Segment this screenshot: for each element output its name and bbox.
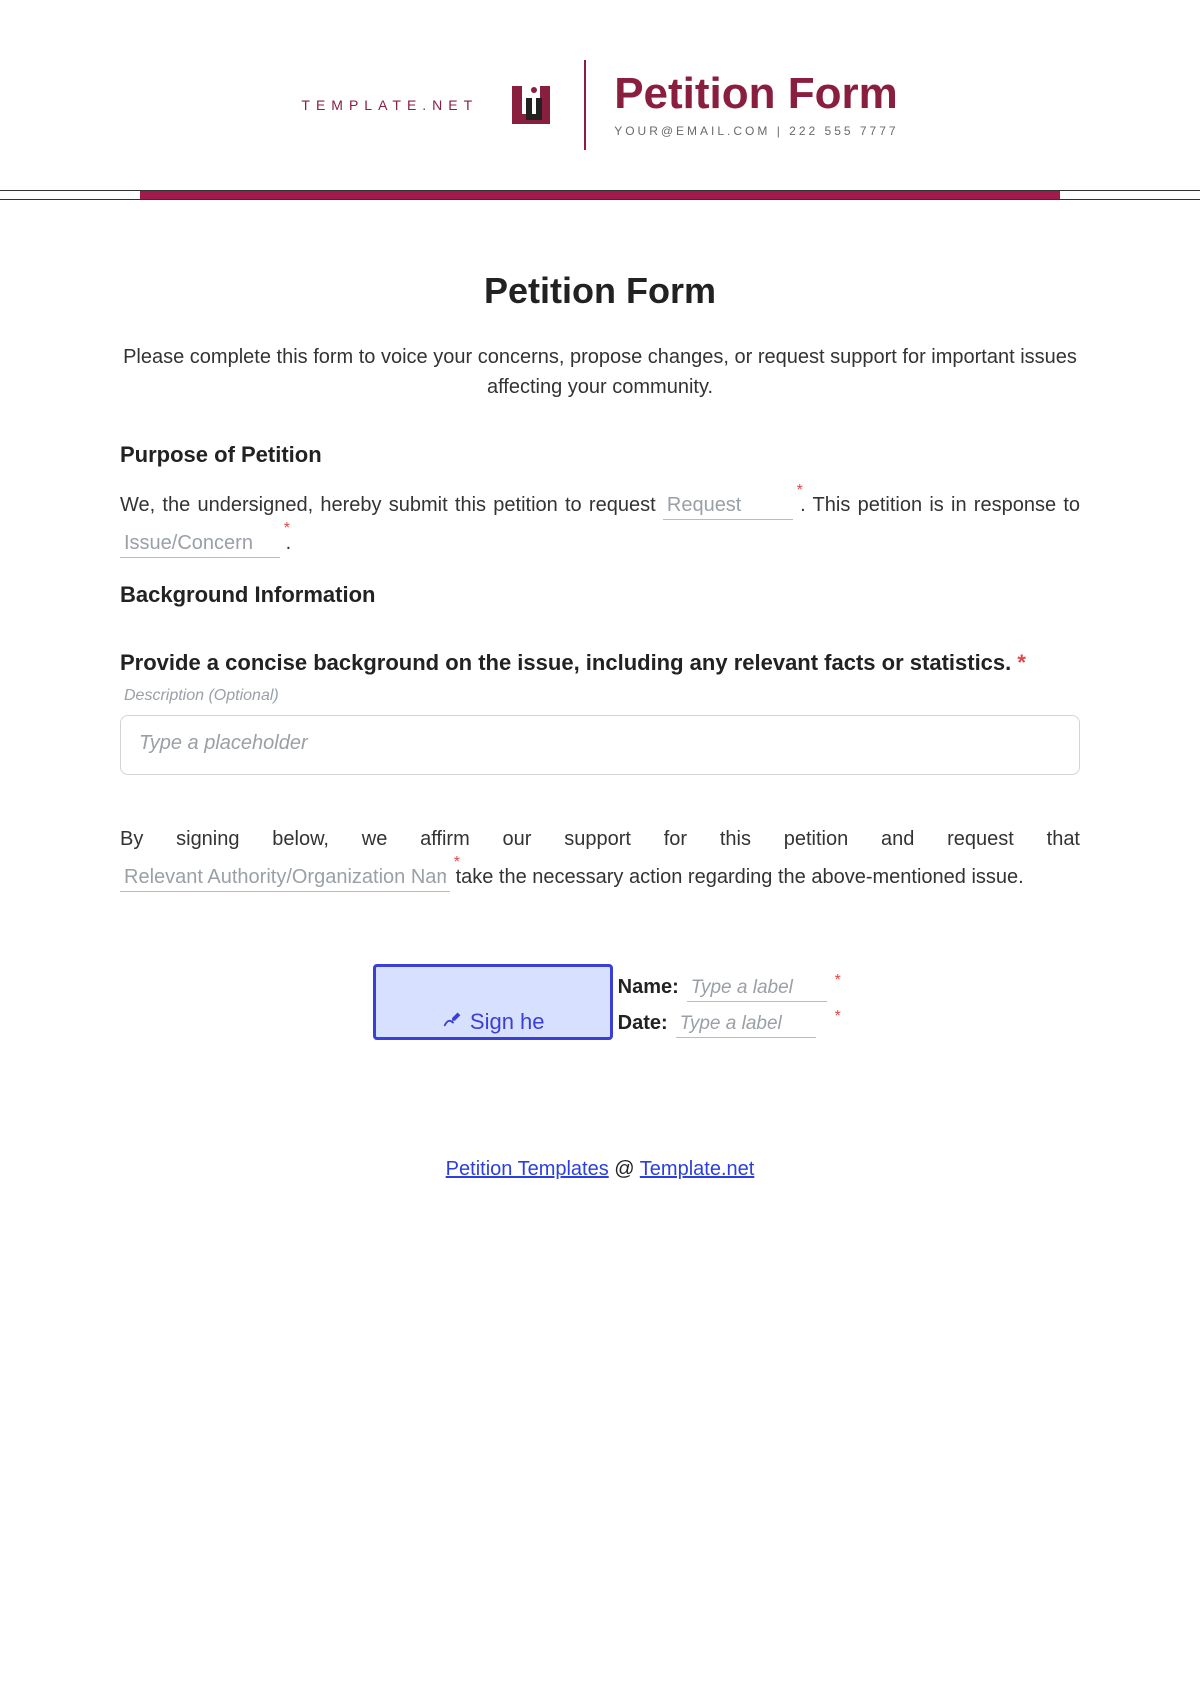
logo-icon	[506, 80, 556, 130]
footer: Petition Templates @ Template.net	[120, 1158, 1080, 1181]
header: TEMPLATE.NET Petition Form YOUR@EMAIL.CO…	[0, 0, 1200, 190]
description-hint: Description (Optional)	[124, 687, 1080, 705]
sign-label-text: Sign he	[470, 1009, 545, 1035]
footer-at: @	[609, 1158, 640, 1180]
accent-rule	[140, 191, 1060, 199]
required-marker: *	[835, 1008, 841, 1026]
footer-link-templates[interactable]: Petition Templates	[446, 1158, 609, 1180]
affirm-paragraph: By signing below, we affirm our support …	[120, 820, 1080, 896]
required-marker: *	[284, 514, 290, 544]
pen-icon	[442, 1007, 464, 1035]
date-label: Date:	[618, 1012, 668, 1035]
affirm-text-1: By signing below, we affirm our support …	[120, 828, 1080, 850]
affirm-text-2: take the necessary action regarding the …	[456, 866, 1024, 888]
intro-text: Please complete this form to voice your …	[120, 342, 1080, 402]
purpose-text-2: . This petition is in response to	[800, 494, 1080, 516]
required-marker: *	[1017, 650, 1026, 675]
brand-text: TEMPLATE.NET	[301, 97, 478, 113]
required-marker: *	[454, 848, 460, 878]
required-marker: *	[797, 476, 803, 506]
header-contact: YOUR@EMAIL.COM | 222 555 7777	[614, 124, 898, 138]
vertical-divider	[584, 60, 586, 150]
signature-box[interactable]: Sign he	[373, 964, 613, 1040]
header-title: Petition Form	[614, 72, 898, 116]
purpose-heading: Purpose of Petition	[120, 442, 1080, 468]
page-title: Petition Form	[120, 270, 1080, 312]
header-title-block: Petition Form YOUR@EMAIL.COM | 222 555 7…	[614, 72, 898, 138]
issue-input[interactable]	[120, 532, 280, 558]
authority-input[interactable]	[120, 866, 450, 892]
background-textarea[interactable]	[120, 715, 1080, 775]
accent-rule-wrap	[0, 190, 1200, 200]
purpose-paragraph: We, the undersigned, hereby submit this …	[120, 486, 1080, 562]
name-input[interactable]	[687, 977, 827, 1002]
background-question: Provide a concise background on the issu…	[120, 648, 1080, 679]
background-heading: Background Information	[120, 582, 1080, 608]
footer-link-site[interactable]: Template.net	[640, 1158, 755, 1180]
name-label: Name:	[618, 976, 679, 999]
date-input[interactable]	[676, 1013, 816, 1038]
purpose-text-1: We, the undersigned, hereby submit this …	[120, 494, 663, 516]
required-marker: *	[835, 972, 841, 990]
request-input[interactable]	[663, 494, 793, 520]
